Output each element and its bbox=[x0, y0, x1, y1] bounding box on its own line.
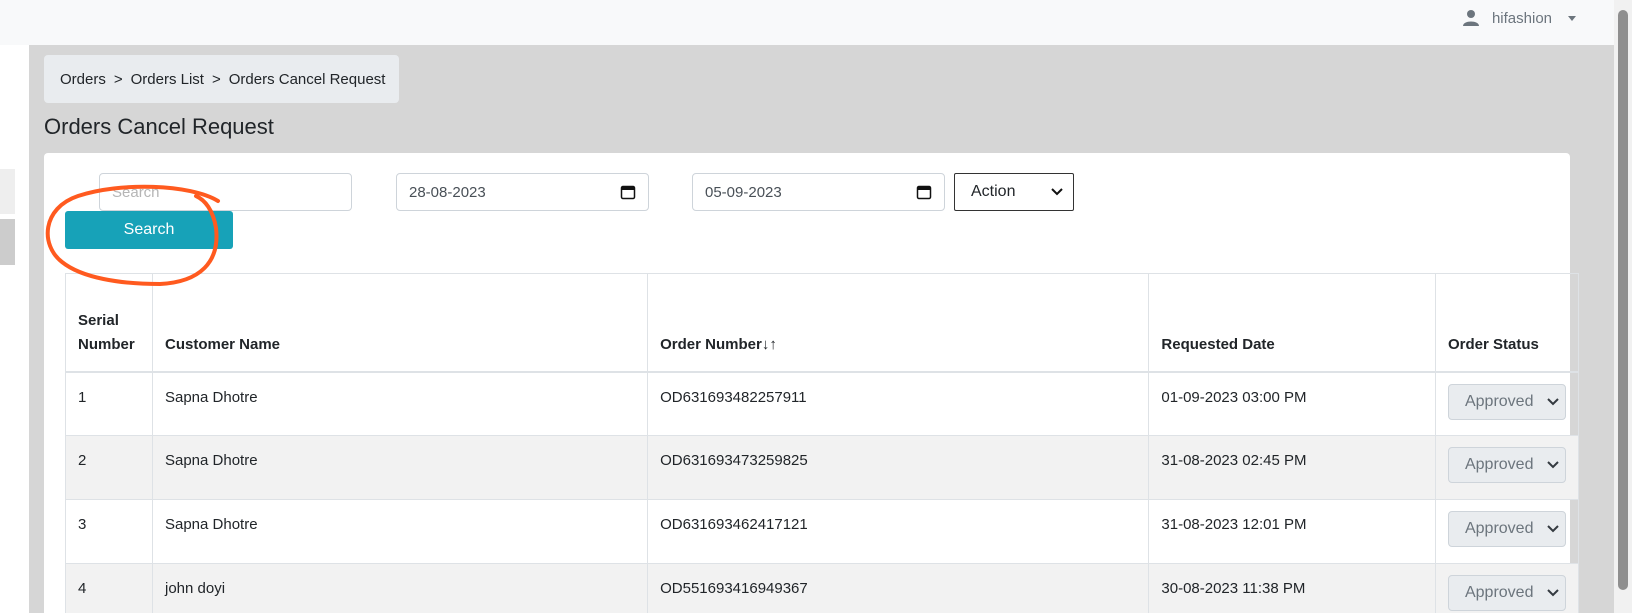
calendar-icon[interactable] bbox=[916, 184, 932, 200]
cell-status: Approved bbox=[1434, 499, 1580, 564]
sort-icon[interactable]: ↓↑ bbox=[762, 336, 777, 353]
chevron-down-icon bbox=[1547, 589, 1559, 597]
user-menu[interactable]: hifashion bbox=[1462, 9, 1576, 27]
sidebar-item[interactable] bbox=[0, 169, 15, 214]
column-header-customer: Customer Name bbox=[151, 273, 649, 373]
cell-order-number: OD631693473259825 bbox=[647, 435, 1150, 500]
end-date-input[interactable]: 05-09-2023 bbox=[692, 173, 945, 211]
status-value: Approved bbox=[1464, 520, 1534, 537]
top-navbar: hifashion bbox=[0, 0, 1632, 45]
breadcrumb-separator: > bbox=[113, 70, 123, 88]
orders-table: Serial Number Customer Name Order Number… bbox=[65, 273, 1580, 613]
table-row: 2 Sapna Dhotre OD631693473259825 31-08-2… bbox=[65, 435, 1580, 500]
username-label: hifashion bbox=[1491, 9, 1552, 27]
calendar-icon[interactable] bbox=[620, 184, 636, 200]
status-value: Approved bbox=[1464, 456, 1534, 473]
cell-serial: 3 bbox=[65, 499, 153, 564]
status-select[interactable]: Approved bbox=[1447, 575, 1566, 611]
page-scrollbar[interactable] bbox=[1614, 0, 1632, 613]
column-header-order-status: Order Status bbox=[1434, 273, 1580, 373]
sidebar-item-active[interactable] bbox=[0, 219, 15, 265]
cell-requested-date: 01-09-2023 03:00 PM bbox=[1148, 371, 1436, 436]
status-select[interactable]: Approved bbox=[1447, 511, 1566, 547]
breadcrumb-separator: > bbox=[211, 70, 221, 88]
cell-order-number: OD631693462417121 bbox=[647, 499, 1150, 564]
action-select[interactable]: Action bbox=[954, 173, 1074, 211]
cell-order-number: OD551693416949367 bbox=[647, 563, 1150, 613]
cell-serial: 1 bbox=[65, 371, 153, 436]
start-date-input[interactable]: 28-08-2023 bbox=[396, 173, 649, 211]
scrollbar-thumb[interactable] bbox=[1618, 10, 1628, 590]
status-select[interactable]: Approved bbox=[1447, 447, 1566, 483]
chevron-down-icon bbox=[1547, 461, 1559, 469]
cell-requested-date: 31-08-2023 12:01 PM bbox=[1148, 499, 1436, 564]
breadcrumb-orders-list[interactable]: Orders List bbox=[131, 71, 204, 88]
table-row: 3 Sapna Dhotre OD631693462417121 31-08-2… bbox=[65, 499, 1580, 564]
status-select[interactable]: Approved bbox=[1447, 383, 1566, 420]
table-row: 1 Sapna Dhotre OD631693482257911 01-09-2… bbox=[65, 371, 1580, 436]
table-header-row: Serial Number Customer Name Order Number… bbox=[65, 273, 1580, 373]
chevron-down-icon bbox=[1568, 15, 1576, 21]
column-header-order-number[interactable]: Order Number↓↑ bbox=[647, 273, 1150, 373]
cell-order-number: OD631693482257911 bbox=[647, 371, 1150, 436]
chevron-down-icon bbox=[1051, 188, 1063, 196]
user-icon bbox=[1462, 9, 1480, 27]
breadcrumb-current: Orders Cancel Request bbox=[228, 70, 386, 88]
breadcrumb-orders[interactable]: Orders bbox=[60, 71, 106, 88]
table-row: 4 john doyi OD551693416949367 30-08-2023… bbox=[65, 563, 1580, 613]
cell-customer: Sapna Dhotre bbox=[151, 371, 649, 436]
end-date-value: 05-09-2023 bbox=[705, 183, 782, 201]
cell-customer: Sapna Dhotre bbox=[151, 499, 649, 564]
search-button[interactable]: Search bbox=[65, 211, 233, 249]
cell-serial: 4 bbox=[65, 563, 153, 613]
chevron-down-icon bbox=[1547, 397, 1559, 406]
column-header-serial: Serial Number bbox=[65, 273, 153, 373]
cell-requested-date: 31-08-2023 02:45 PM bbox=[1148, 435, 1436, 500]
cell-status: Approved bbox=[1434, 563, 1580, 613]
status-value: Approved bbox=[1464, 392, 1534, 410]
status-value: Approved bbox=[1464, 584, 1534, 601]
cell-status: Approved bbox=[1434, 371, 1580, 436]
breadcrumb: Orders > Orders List > Orders Cancel Req… bbox=[44, 55, 399, 103]
column-header-requested-date: Requested Date bbox=[1148, 273, 1436, 373]
cell-status: Approved bbox=[1434, 435, 1580, 500]
column-header-order-label: Order Number bbox=[660, 335, 762, 353]
cell-requested-date: 30-08-2023 11:38 PM bbox=[1148, 563, 1436, 613]
search-input[interactable] bbox=[99, 173, 352, 211]
page-title: Orders Cancel Request bbox=[44, 114, 274, 139]
cell-serial: 2 bbox=[65, 435, 153, 500]
start-date-value: 28-08-2023 bbox=[409, 183, 486, 201]
sidebar bbox=[0, 45, 29, 613]
cell-customer: john doyi bbox=[151, 563, 649, 613]
action-select-value: Action bbox=[971, 183, 1016, 200]
cell-customer: Sapna Dhotre bbox=[151, 435, 649, 500]
chevron-down-icon bbox=[1547, 525, 1559, 533]
